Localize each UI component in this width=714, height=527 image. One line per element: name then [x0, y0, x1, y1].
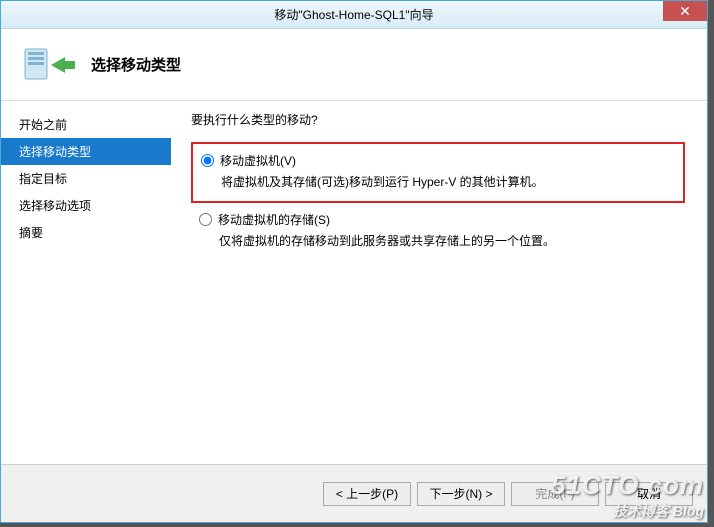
nav-summary[interactable]: 摘要	[1, 219, 171, 246]
prev-button[interactable]: < 上一步(P)	[323, 482, 411, 506]
nav-select-move-options[interactable]: 选择移动选项	[1, 192, 171, 219]
nav-specify-target[interactable]: 指定目标	[1, 165, 171, 192]
wizard-window: 移动"Ghost-Home-SQL1"向导 ✕ 选择移动类型 开始之前 选择移动…	[0, 0, 708, 523]
radio-move-storage[interactable]	[199, 213, 212, 226]
window-title: 移动"Ghost-Home-SQL1"向导	[274, 6, 433, 23]
sidebar: 开始之前 选择移动类型 指定目标 选择移动选项 摘要	[1, 101, 171, 461]
nav-before-start[interactable]: 开始之前	[1, 111, 171, 138]
option-move-vm[interactable]: 移动虚拟机(V)	[201, 152, 673, 169]
option-move-storage-label: 移动虚拟机的存储(S)	[218, 211, 330, 228]
option-move-storage-wrap: 移动虚拟机的存储(S) 仅将虚拟机的存储移动到此服务器或共享存储上的另一个位置。	[191, 211, 685, 260]
option-move-vm-desc: 将虚拟机及其存储(可选)移动到运行 Hyper-V 的其他计算机。	[221, 173, 673, 191]
option-move-vm-label: 移动虚拟机(V)	[220, 152, 296, 169]
content-panel: 要执行什么类型的移动? 移动虚拟机(V) 将虚拟机及其存储(可选)移动到运行 H…	[171, 101, 707, 461]
wizard-body: 开始之前 选择移动类型 指定目标 选择移动选项 摘要 要执行什么类型的移动? 移…	[1, 101, 707, 461]
wizard-footer: < 上一步(P) 下一步(N) > 完成(F) 取消	[1, 464, 707, 522]
finish-button: 完成(F)	[511, 482, 599, 506]
radio-move-vm[interactable]	[201, 154, 214, 167]
wizard-header: 选择移动类型	[1, 29, 707, 101]
page-title: 选择移动类型	[91, 54, 181, 75]
wizard-icon	[21, 37, 77, 93]
option-move-vm-highlight: 移动虚拟机(V) 将虚拟机及其存储(可选)移动到运行 Hyper-V 的其他计算…	[191, 142, 685, 203]
cancel-button[interactable]: 取消	[605, 482, 693, 506]
option-move-storage-desc: 仅将虚拟机的存储移动到此服务器或共享存储上的另一个位置。	[219, 232, 675, 250]
titlebar: 移动"Ghost-Home-SQL1"向导 ✕	[1, 1, 707, 29]
option-move-storage[interactable]: 移动虚拟机的存储(S)	[199, 211, 675, 228]
question-text: 要执行什么类型的移动?	[191, 111, 685, 128]
nav-select-move-type[interactable]: 选择移动类型	[1, 138, 171, 165]
close-button[interactable]: ✕	[663, 1, 707, 21]
close-icon: ✕	[679, 3, 691, 20]
next-button[interactable]: 下一步(N) >	[417, 482, 505, 506]
